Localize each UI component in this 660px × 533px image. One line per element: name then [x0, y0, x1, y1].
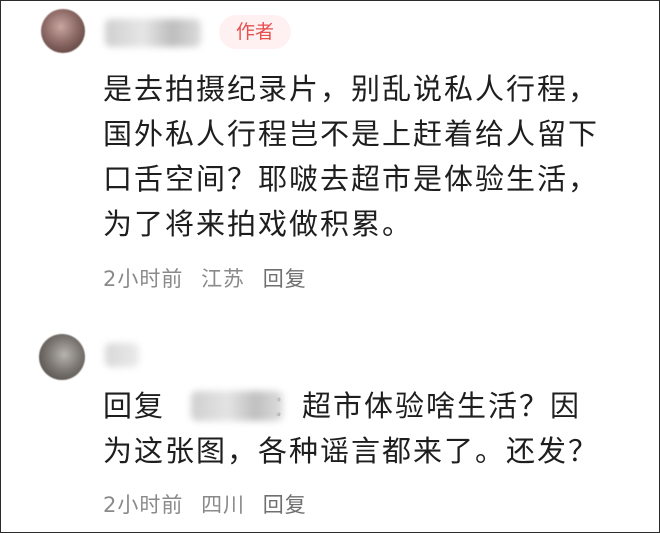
- mentioned-username-blurred[interactable]: [191, 391, 283, 421]
- comment-text-line: 回复 ：超市体验啥生活？因: [103, 384, 581, 429]
- comment-text-line: 为了将来拍戏做积累。: [103, 207, 414, 241]
- comment-text-line: 口舌空间？耶啵去超市是体验生活，: [103, 162, 600, 196]
- username-blurred[interactable]: [105, 19, 201, 47]
- comment-meta: 2小时前 江苏 回复: [103, 263, 317, 293]
- comment-thread: 作者 是去拍摄纪录片，别乱说私人行程， 国外私人行程岂不是上赶着给人留下 口舌空…: [0, 0, 660, 533]
- comment-text-line: 为这张图，各种谣言都来了。还发？: [103, 434, 600, 468]
- comment-text-line: 国外私人行程岂不是上赶着给人留下: [103, 117, 600, 151]
- comment-location: 四川: [201, 493, 246, 517]
- author-badge: 作者: [219, 15, 291, 49]
- comment-meta: 2小时前 四川 回复: [103, 489, 317, 519]
- comment-time: 2小时前: [103, 493, 184, 517]
- comment-time: 2小时前: [103, 267, 184, 291]
- avatar[interactable]: [41, 9, 85, 53]
- avatar[interactable]: [39, 334, 85, 380]
- reply-button[interactable]: 回复: [263, 493, 307, 517]
- reply-button[interactable]: 回复: [263, 267, 307, 291]
- username-blurred[interactable]: [105, 343, 139, 367]
- comment-location: 江苏: [201, 267, 246, 291]
- reply-text: ：超市体验啥生活？因: [271, 389, 582, 423]
- reply-prefix: 回复: [103, 389, 166, 423]
- comment-text-line: 是去拍摄纪录片，别乱说私人行程，: [103, 72, 600, 106]
